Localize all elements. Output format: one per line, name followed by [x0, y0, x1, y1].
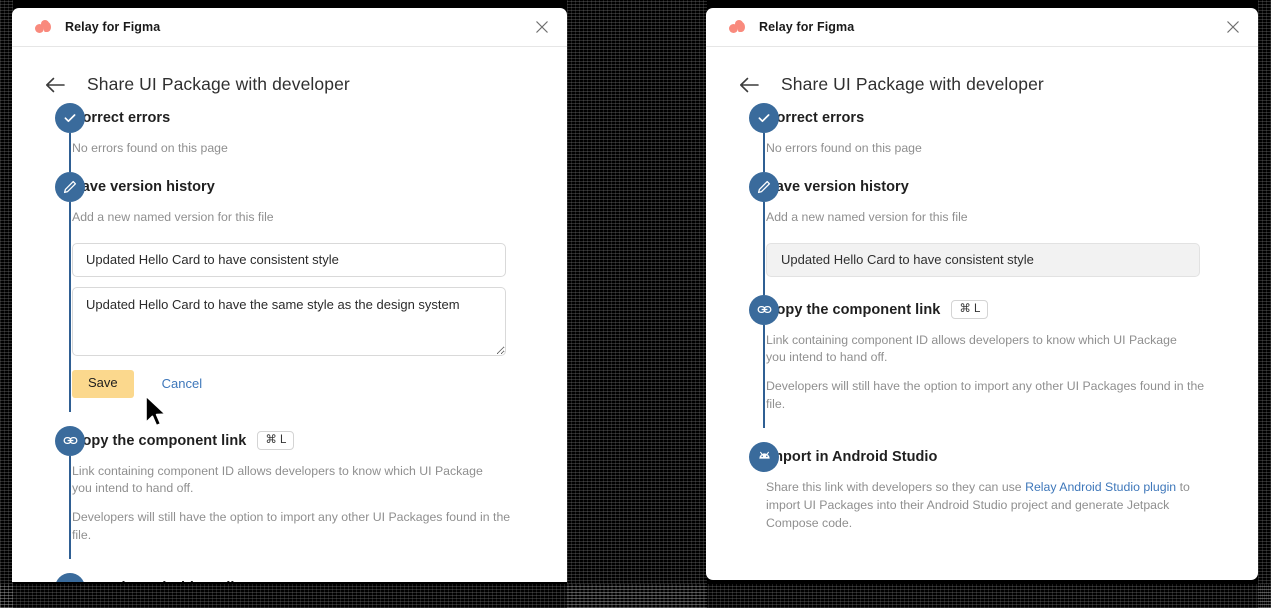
step-list-right: Correct errors No errors found on this p… — [706, 103, 1258, 546]
back-arrow-icon[interactable] — [738, 74, 760, 96]
step-header: Copy the component link ⌘ L — [766, 295, 1258, 325]
step-title: Correct errors — [72, 110, 171, 126]
android-icon — [55, 572, 85, 582]
keyboard-shortcut-badge: ⌘ L — [951, 299, 989, 320]
step-description: Add a new named version for this file — [766, 209, 968, 224]
step-title: Copy the component link — [72, 432, 247, 449]
step-title: Correct errors — [766, 110, 865, 126]
step-description-secondary: Developers will still have the option to… — [766, 379, 1205, 412]
step-correct-errors: Correct errors No errors found on this p… — [706, 103, 1258, 172]
step-description: Add a new named version for this file — [72, 209, 274, 224]
step-description: Link containing component ID allows deve… — [766, 332, 1177, 365]
step-rail — [748, 171, 780, 295]
step-header: Import in Android Studio — [766, 442, 1258, 472]
step-rail — [54, 425, 86, 559]
step-body: Correct errors No errors found on this p… — [748, 103, 1258, 172]
step-body: Save version history Add a new named ver… — [54, 172, 567, 412]
step-title: Save version history — [766, 178, 909, 195]
pencil-icon — [55, 171, 85, 202]
desc-text-pre: Share this link with developers so they … — [766, 479, 1026, 494]
step-description: No errors found on this page — [766, 141, 922, 155]
android-icon — [749, 441, 779, 472]
relay-logo-icon — [729, 20, 746, 34]
step-connector — [69, 133, 71, 172]
step-rail — [54, 171, 86, 412]
form-actions: Save Cancel — [72, 369, 567, 398]
step-description: Share this link with developers so they … — [766, 479, 1206, 532]
saved-version-name-field[interactable]: Updated Hello Card to have consistent st… — [766, 242, 1200, 277]
page-title: Share UI Package with developer — [781, 74, 1044, 94]
step-header: Correct errors — [72, 103, 567, 133]
panel-edge-noise-gap — [567, 0, 707, 608]
dialog-panel-left: Relay for Figma Share UI Package with de… — [12, 8, 567, 582]
step-save-version-history: Save version history Add a new named ver… — [12, 171, 567, 412]
step-header: Copy the component link ⌘ L — [72, 426, 567, 456]
keyboard-shortcut-badge: ⌘ L — [257, 430, 295, 451]
step-import-android-studio: Import in Android Studio Share this link… — [12, 572, 567, 582]
screen-root: Relay for Figma Share UI Package with de… — [0, 0, 1271, 608]
cancel-button[interactable]: Cancel — [162, 376, 202, 391]
step-body: Import in Android Studio Share this link… — [54, 573, 567, 582]
step-header: Correct errors — [766, 103, 1258, 133]
step-rail — [54, 572, 86, 582]
check-icon — [749, 103, 779, 133]
step-title: Import in Android Studio — [766, 448, 938, 465]
step-header: Save version history — [766, 172, 1258, 202]
step-connector — [763, 133, 765, 172]
version-description-textarea[interactable]: Updated Hello Card to have the same styl… — [72, 286, 506, 356]
step-description: Link containing component ID allows deve… — [72, 463, 483, 496]
step-copy-component-link: Copy the component link ⌘ L Link contain… — [12, 425, 567, 559]
step-description-secondary: Developers will still have the option to… — [72, 510, 511, 543]
step-list-left: Correct errors No errors found on this p… — [12, 103, 567, 582]
brand-title: Relay for Figma — [759, 20, 855, 34]
step-header: Save version history — [72, 172, 567, 202]
step-rail — [54, 103, 86, 172]
step-body: Correct errors No errors found on this p… — [54, 103, 567, 172]
relay-logo-icon — [35, 20, 52, 34]
step-rail — [748, 294, 780, 428]
link-icon — [749, 294, 779, 325]
page-title: Share UI Package with developer — [87, 74, 350, 94]
step-connector — [69, 455, 71, 559]
check-icon — [55, 103, 85, 133]
step-description: No errors found on this page — [72, 141, 228, 155]
version-form: Updated Hello Card to have the same styl… — [72, 242, 567, 398]
step-copy-component-link: Copy the component link ⌘ L Link contain… — [706, 294, 1258, 428]
titlebar-left: Relay for Figma — [12, 8, 567, 47]
version-name-input[interactable] — [72, 242, 506, 277]
step-body: Save version history Add a new named ver… — [748, 172, 1258, 295]
step-title: Save version history — [72, 178, 215, 195]
brand-title: Relay for Figma — [65, 20, 161, 34]
subheader-left: Share UI Package with developer — [12, 47, 567, 103]
step-connector — [69, 201, 71, 412]
pencil-icon — [749, 171, 779, 202]
close-icon[interactable] — [1222, 16, 1244, 38]
step-header: Import in Android Studio — [72, 573, 567, 582]
back-arrow-icon[interactable] — [44, 74, 66, 96]
step-rail — [748, 103, 780, 172]
titlebar-right: Relay for Figma — [706, 8, 1258, 47]
relay-android-studio-plugin-link[interactable]: Relay Android Studio plugin — [1025, 480, 1176, 494]
panel-edge-noise-right — [1258, 0, 1271, 608]
step-body: Import in Android Studio Share this link… — [748, 442, 1258, 546]
link-icon — [55, 425, 85, 456]
step-connector — [763, 201, 765, 295]
step-correct-errors: Correct errors No errors found on this p… — [12, 103, 567, 172]
close-icon[interactable] — [531, 16, 553, 38]
step-save-version-history: Save version history Add a new named ver… — [706, 171, 1258, 295]
step-connector — [763, 324, 765, 428]
step-body: Copy the component link ⌘ L Link contain… — [748, 295, 1258, 428]
step-rail — [748, 441, 780, 546]
step-import-android-studio: Import in Android Studio Share this link… — [706, 441, 1258, 546]
step-body: Copy the component link ⌘ L Link contain… — [54, 426, 567, 559]
subheader-right: Share UI Package with developer — [706, 47, 1258, 103]
dialog-panel-right: Relay for Figma Share UI Package with de… — [706, 8, 1258, 580]
panel-edge-noise-bottom — [0, 584, 1271, 608]
step-title: Copy the component link — [766, 301, 941, 318]
step-title: Import in Android Studio — [72, 580, 243, 582]
